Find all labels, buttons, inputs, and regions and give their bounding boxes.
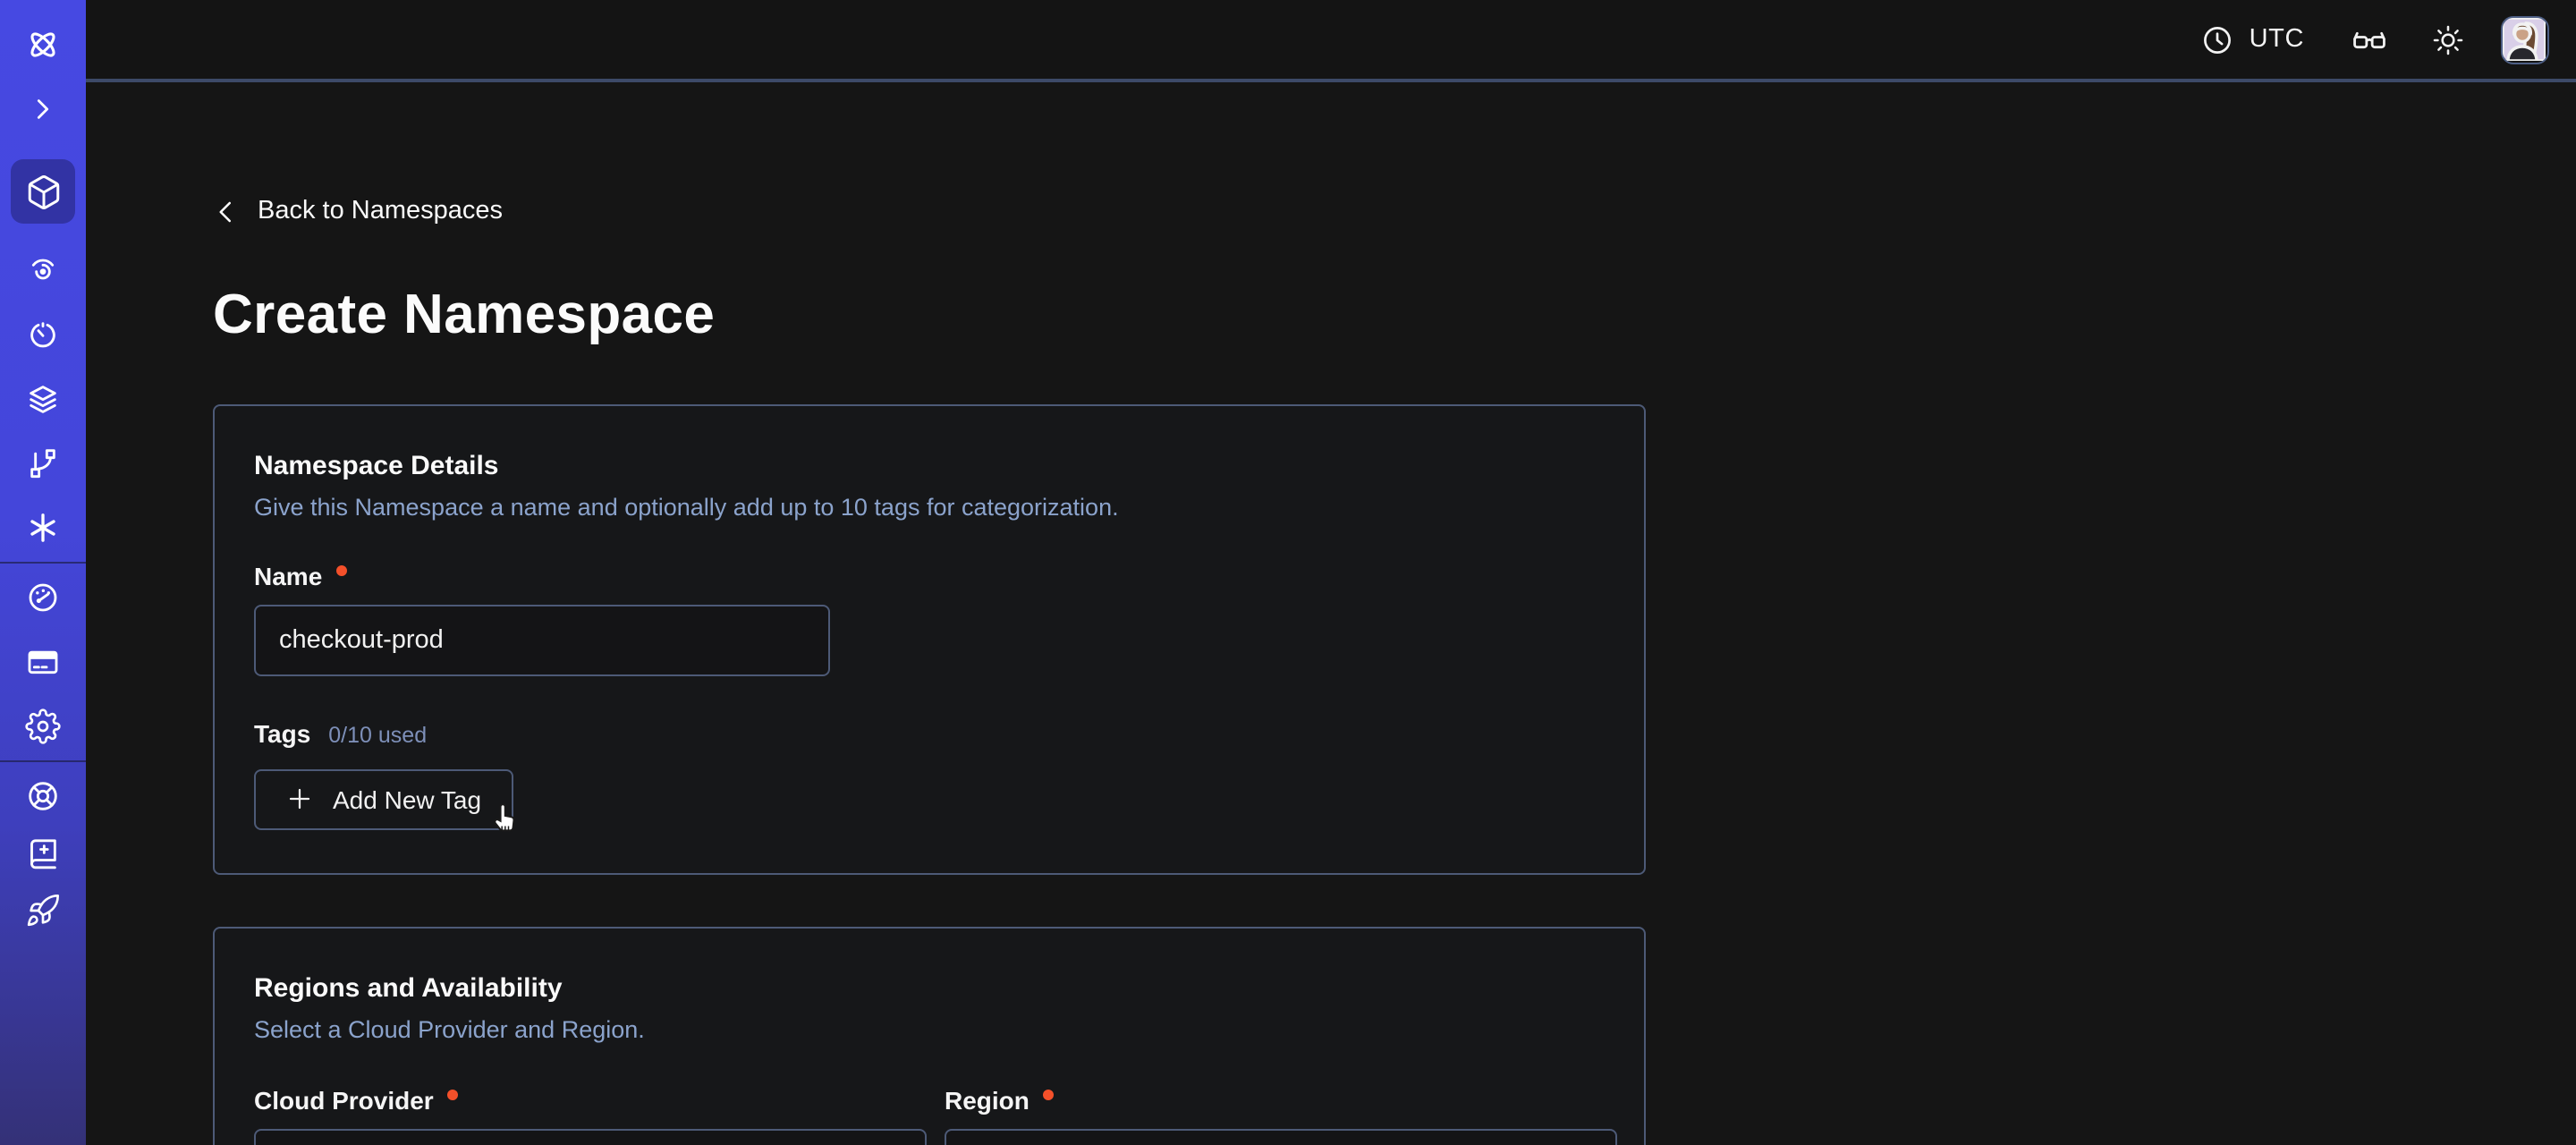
chevron-left-icon: [213, 198, 240, 225]
sidebar-item-deployments[interactable]: [11, 381, 75, 417]
card-subtitle: Give this Namespace a name and optionall…: [254, 493, 1605, 520]
glasses-icon: [2351, 21, 2388, 58]
labs-toggle-button[interactable]: [2351, 21, 2388, 58]
sidebar-item-settings[interactable]: [11, 708, 75, 744]
timer-icon: [25, 317, 61, 352]
asterisk-icon: [25, 510, 61, 546]
name-field-label: Name: [254, 561, 322, 589]
sidebar-divider: [0, 760, 86, 762]
sidebar-item-workflows[interactable]: [11, 445, 75, 481]
gauge-icon: [25, 580, 61, 615]
rocket-icon: [25, 893, 61, 929]
cloud-provider-field: Cloud Provider Select Cloud Provider: [254, 1085, 927, 1145]
sidebar-expand-button[interactable]: [11, 91, 75, 127]
sidebar-item-schedules[interactable]: [11, 317, 75, 352]
namespace-details-card: Namespace Details Give this Namespace a …: [213, 403, 1646, 874]
swirl-icon: [25, 252, 61, 288]
layers-icon: [25, 381, 61, 417]
sidebar-item-getting-started[interactable]: [11, 893, 75, 929]
sidebar-item-nexus[interactable]: [11, 510, 75, 546]
sidebar-item-namespaces[interactable]: [11, 159, 75, 224]
required-dot: [448, 1089, 459, 1099]
user-avatar[interactable]: [2501, 15, 2549, 64]
tags-label: Tags: [254, 718, 310, 747]
lifebuoy-icon: [25, 778, 61, 814]
avatar-image: [2503, 17, 2546, 60]
add-new-tag-label: Add New Tag: [333, 785, 481, 813]
card-subtitle: Select a Cloud Provider and Region.: [254, 1015, 1605, 1042]
sidebar-divider: [0, 562, 86, 564]
back-link-label: Back to Namespaces: [258, 197, 503, 225]
sun-icon: [2431, 22, 2465, 56]
regions-availability-card: Regions and Availability Select a Cloud …: [213, 926, 1646, 1145]
branch-icon: [25, 445, 61, 481]
page-title: Create Namespace: [213, 282, 2576, 346]
sidebar-item-support[interactable]: [11, 778, 75, 814]
region-select[interactable]: Select Region: [945, 1128, 1617, 1145]
sidebar-item-billing[interactable]: [11, 644, 75, 680]
docs-book-icon: [25, 835, 61, 871]
timezone-selector[interactable]: UTC: [2201, 22, 2304, 56]
plus-icon: [286, 785, 313, 812]
cloud-provider-label: Cloud Provider: [254, 1085, 434, 1114]
chevron-right-icon: [30, 97, 55, 122]
sidebar-item-usage[interactable]: [11, 580, 75, 615]
main-content: Back to Namespaces Create Namespace Name…: [86, 86, 2576, 1145]
timezone-label: UTC: [2250, 25, 2304, 54]
tags-used-counter: 0/10 used: [328, 722, 427, 747]
sidebar-item-logo[interactable]: [11, 27, 75, 63]
sidebar-item-docs[interactable]: [11, 835, 75, 871]
add-new-tag-button[interactable]: Add New Tag: [254, 768, 513, 829]
back-to-namespaces-link[interactable]: Back to Namespaces: [213, 197, 503, 225]
clock-icon: [2201, 22, 2235, 56]
region-label: Region: [945, 1085, 1030, 1114]
sidebar-item-monitor[interactable]: [11, 252, 75, 288]
temporal-logo: [23, 25, 63, 64]
card-title: Namespace Details: [254, 450, 1605, 480]
cloud-provider-select[interactable]: Select Cloud Provider: [254, 1128, 927, 1145]
settings-gear-icon: [25, 708, 61, 744]
theme-toggle-button[interactable]: [2431, 22, 2465, 56]
app-window: UTC: [0, 0, 2576, 1145]
namespace-name-input[interactable]: [254, 604, 830, 675]
namespaces-cube-icon: [24, 173, 62, 210]
required-dot: [1044, 1089, 1055, 1099]
required-dot: [336, 564, 347, 575]
card-title: Regions and Availability: [254, 972, 1605, 1003]
sidebar: [0, 0, 86, 1145]
region-field: Region Select Region: [945, 1085, 1617, 1145]
topbar: UTC: [86, 0, 2576, 82]
billing-card-icon: [25, 644, 61, 680]
